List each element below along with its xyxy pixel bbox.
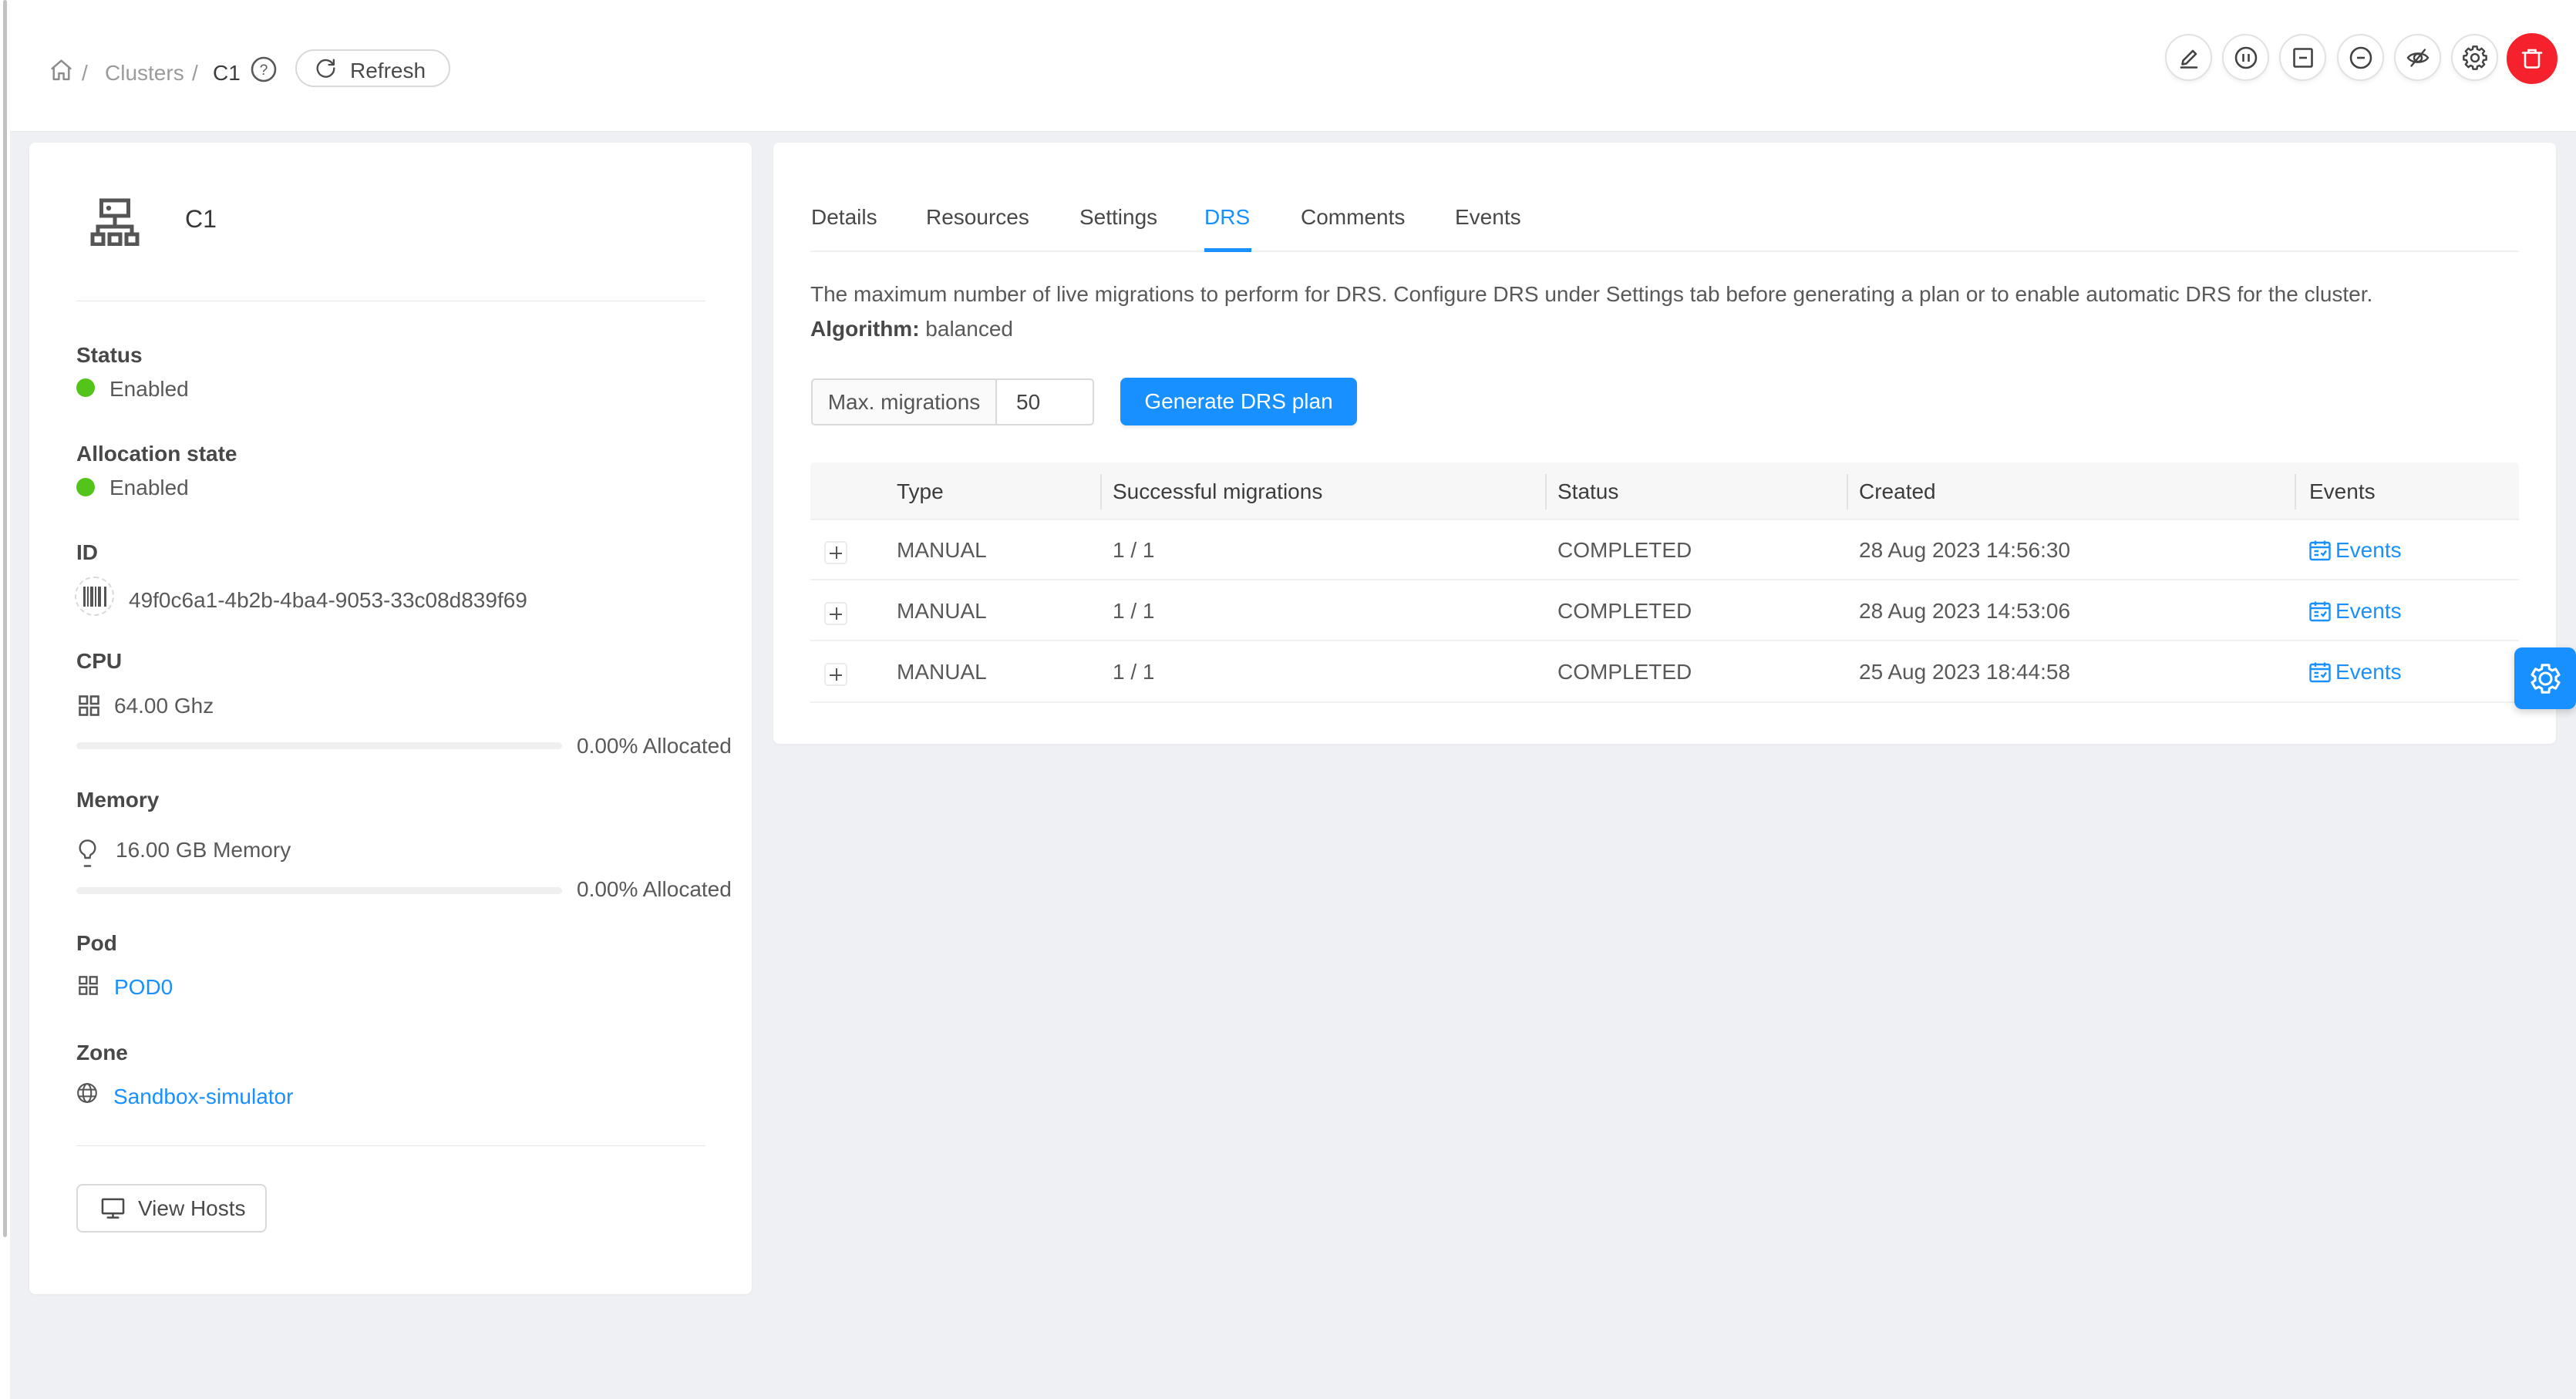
svg-text:?: ?	[260, 62, 268, 79]
